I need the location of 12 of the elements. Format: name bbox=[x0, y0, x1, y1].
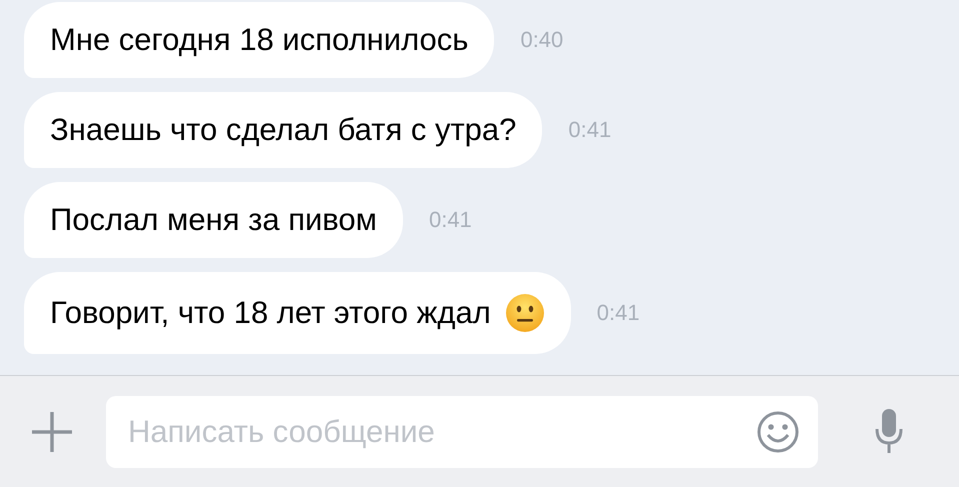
plus-icon[interactable] bbox=[30, 410, 74, 454]
message-time: 0:41 bbox=[568, 117, 612, 143]
message-field[interactable]: Написать сообщение bbox=[106, 396, 818, 468]
message-text: Знаешь что сделал батя с утра? bbox=[50, 112, 516, 148]
message-time: 0:41 bbox=[596, 300, 640, 326]
message-text: Послал меня за пивом bbox=[50, 202, 377, 238]
message-input-field[interactable]: Написать сообщение bbox=[126, 412, 756, 450]
message-text: Говорит, что 18 лет этого ждал bbox=[50, 295, 491, 331]
message-time: 0:40 bbox=[520, 27, 564, 53]
smiley-icon[interactable] bbox=[756, 410, 800, 454]
message-time: 0:41 bbox=[428, 207, 472, 233]
message-text: Мне сегодня 18 исполнилось bbox=[50, 22, 468, 58]
